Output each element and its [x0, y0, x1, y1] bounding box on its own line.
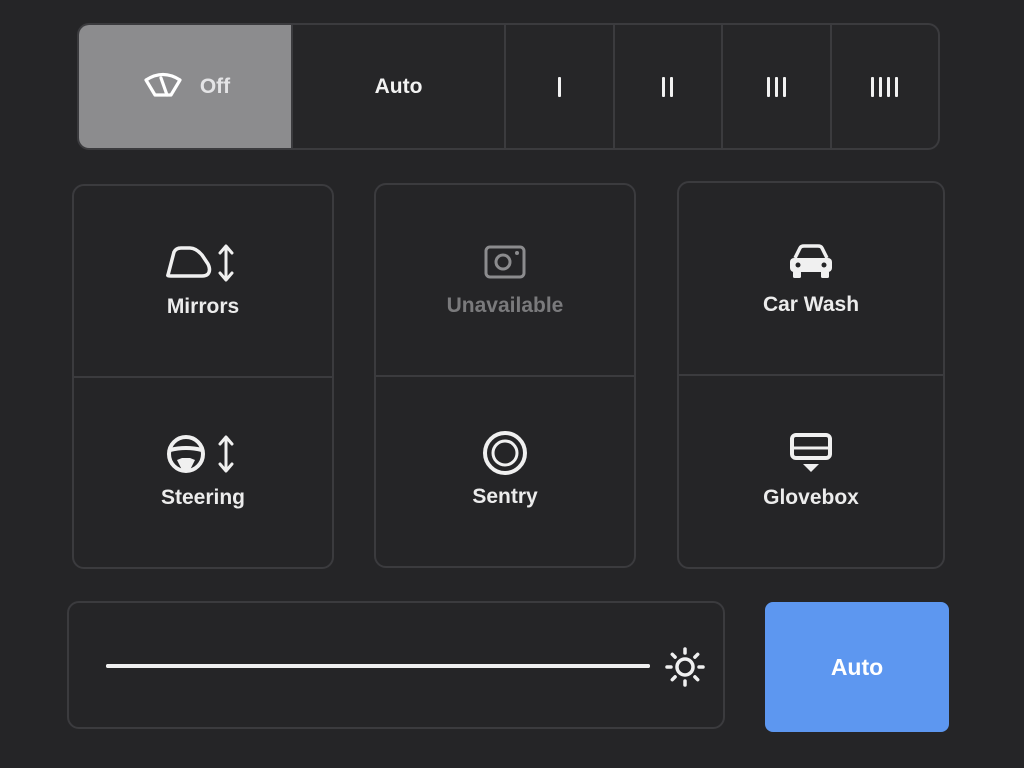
speed-3-bars-icon — [766, 76, 786, 97]
tile-column-left: Mirrors Steering — [72, 184, 334, 569]
steering-button[interactable]: Steering — [74, 375, 332, 568]
wiper-speed-1-button[interactable] — [504, 25, 613, 148]
glovebox-label: Glovebox — [763, 485, 859, 509]
brightness-slider[interactable] — [106, 664, 650, 668]
dashcam-button[interactable]: Unavailable — [376, 185, 634, 375]
wiper-speed-4-button[interactable] — [829, 25, 939, 148]
brightness-auto-button[interactable]: Auto — [765, 602, 949, 732]
sentry-button[interactable]: Sentry — [376, 374, 634, 567]
glovebox-icon — [788, 432, 834, 474]
tile-column-right: Car Wash Glovebox — [677, 181, 945, 569]
speed-2-bars-icon — [662, 76, 674, 97]
wiper-speed-3-button[interactable] — [721, 25, 830, 148]
wiper-off-label: Off — [199, 74, 231, 98]
wiper-speed-selector: Off Auto — [77, 23, 940, 150]
glovebox-button[interactable]: Glovebox — [679, 374, 943, 567]
controls-screen: Off Auto Mirrors Steering Unavailable Se… — [0, 0, 1024, 768]
mirrors-button[interactable]: Mirrors — [74, 186, 332, 376]
sentry-label: Sentry — [472, 485, 538, 509]
car-wash-label: Car Wash — [762, 292, 860, 316]
steering-label: Steering — [160, 486, 246, 510]
camera-unavailable-label: Unavailable — [446, 293, 564, 317]
sun-icon — [665, 647, 705, 687]
car-front-icon — [786, 241, 836, 281]
wiper-auto-label: Auto — [374, 74, 423, 98]
wiper-off-button[interactable]: Off — [79, 25, 291, 148]
wiper-icon — [140, 68, 186, 106]
brightness-slider-panel — [67, 601, 725, 729]
brightness-slider-fill — [106, 664, 650, 668]
car-wash-button[interactable]: Car Wash — [679, 183, 943, 374]
dashcam-icon — [482, 242, 528, 282]
wiper-auto-button[interactable]: Auto — [291, 25, 504, 148]
mirrors-label: Mirrors — [166, 294, 240, 318]
speed-4-bars-icon — [871, 76, 899, 97]
mirror-adjust-icon — [164, 243, 242, 283]
sentry-icon — [482, 431, 528, 476]
steering-wheel-adjust-icon — [164, 434, 242, 474]
brightness-auto-label: Auto — [830, 653, 884, 680]
tile-column-middle: Unavailable Sentry — [374, 183, 636, 568]
wiper-speed-2-button[interactable] — [612, 25, 722, 148]
speed-1-bars-icon — [557, 76, 561, 97]
